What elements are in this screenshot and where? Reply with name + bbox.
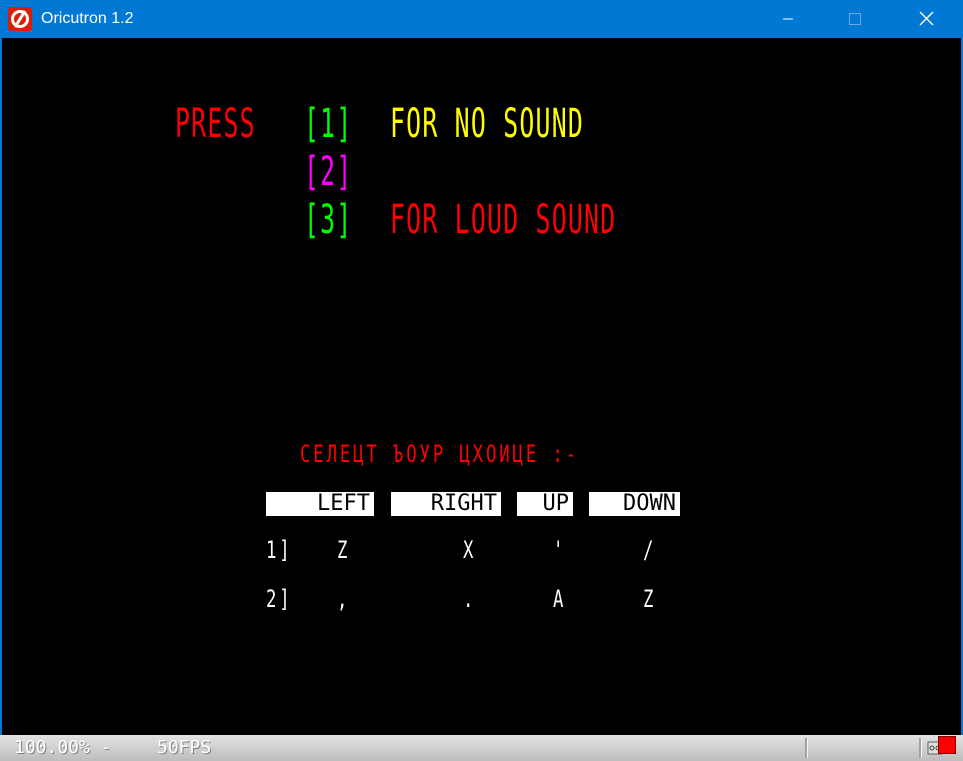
status-divider <box>805 738 808 758</box>
row-1-down-key: / <box>643 536 657 564</box>
fps-readout: 50FPS <box>157 737 212 758</box>
emulator-window: Oricutron 1.2 PRESS [1] FOR NO SOUND [2]… <box>0 0 963 761</box>
row-1-label: 1] <box>266 536 293 564</box>
header-right: RIGHT <box>391 492 501 516</box>
option-2-key: [2] <box>304 149 353 195</box>
row-1-left-key: Z <box>337 536 351 564</box>
select-prompt: СЕЛЕЦТ ЪОУР ЦХОИЦЕ :- <box>300 440 579 468</box>
close-button[interactable] <box>903 0 949 38</box>
close-icon <box>919 11 934 26</box>
row-2-right-key: . <box>463 585 477 613</box>
header-up: UP <box>517 492 573 516</box>
status-divider <box>919 738 922 758</box>
status-bar: 100.00% - 50FPS <box>0 735 963 761</box>
option-1-text: FOR NO SOUND <box>390 101 585 147</box>
row-2-left-key: , <box>337 585 351 613</box>
speed-readout: 100.00% - <box>14 737 112 758</box>
header-down: DOWN <box>589 492 680 516</box>
option-3-text: FOR LOUD SOUND <box>390 197 617 243</box>
oricutron-logo-icon[interactable] <box>8 7 32 31</box>
minimize-icon <box>783 18 793 20</box>
option-1-key: [1] <box>304 101 353 147</box>
press-label: PRESS <box>175 101 256 147</box>
window-title: Oricutron 1.2 <box>41 10 134 27</box>
maximize-button[interactable] <box>832 0 878 38</box>
header-left: LEFT <box>266 492 374 516</box>
row-1-up-key: ' <box>553 536 567 564</box>
row-2-down-key: Z <box>643 585 657 613</box>
minimize-button[interactable] <box>765 0 811 38</box>
option-3-key: [3] <box>304 197 353 243</box>
row-1-right-key: X <box>463 536 477 564</box>
emulator-screen[interactable]: PRESS [1] FOR NO SOUND [2] [3] FOR LOUD … <box>2 38 961 735</box>
maximize-icon <box>849 13 861 25</box>
row-2-label: 2] <box>266 585 293 613</box>
disk-activity-led <box>938 736 956 754</box>
row-2-up-key: A <box>553 585 567 613</box>
title-bar[interactable]: Oricutron 1.2 <box>0 0 963 38</box>
